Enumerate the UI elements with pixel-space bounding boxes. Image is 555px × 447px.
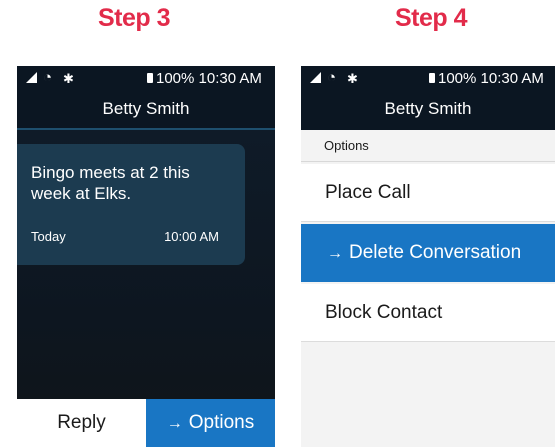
step-3-title: Step 3 [98, 4, 171, 32]
battery-icon [429, 73, 435, 83]
battery-percent: 100% [156, 70, 195, 87]
options-button[interactable]: → Options [146, 399, 275, 447]
action-bar: Reply → Options [17, 399, 275, 447]
phone-screen-step-4: ◔ ✱ 100% 10:30 AM Betty Smith Options Pl… [301, 66, 555, 447]
battery-percent: 100% [438, 70, 477, 87]
menu-item-delete-conversation[interactable]: → Delete Conversation [301, 224, 555, 282]
status-bar: ◔ ✱ 100% 10:30 AM [301, 66, 555, 92]
contact-name: Betty Smith [384, 99, 472, 118]
message-bubble[interactable]: Bingo meets at 2 this week at Elks. Toda… [17, 144, 245, 265]
options-button-label: Options [188, 412, 255, 433]
contact-name: Betty Smith [102, 99, 190, 118]
battery-icon [147, 73, 153, 83]
message-text: Bingo meets at 2 this week at Elks. [31, 163, 190, 203]
bluetooth-icon: ✱ [347, 71, 358, 86]
signal-icon [310, 72, 321, 83]
signal-icon [26, 72, 37, 83]
message-date: Today [31, 229, 66, 244]
status-time: 10:30 AM [198, 70, 262, 87]
arrow-right-icon: → [327, 245, 343, 262]
status-bar: ◔ ✱ 100% 10:30 AM [17, 66, 275, 92]
menu-item-label: Place Call [325, 182, 411, 203]
status-time: 10:30 AM [480, 70, 544, 87]
menu-item-label: Block Contact [325, 302, 443, 323]
empty-list-area [301, 342, 555, 447]
menu-item-label: Delete Conversation [349, 242, 522, 263]
bluetooth-icon: ✱ [63, 71, 74, 86]
header-divider [17, 128, 275, 130]
menu-item-block-contact[interactable]: Block Contact [301, 284, 555, 342]
status-battery-time: 100% 10:30 AM [156, 70, 262, 88]
status-battery-time: 100% 10:30 AM [438, 70, 544, 88]
arrow-right-icon: → [166, 415, 183, 432]
message-time: 10:00 AM [164, 229, 219, 244]
menu-item-place-call[interactable]: Place Call [301, 164, 555, 222]
step-4-title: Step 4 [395, 4, 468, 32]
options-menu-header: Options [301, 130, 555, 162]
phone-screen-step-3: ◔ ✱ 100% 10:30 AM Betty Smith Bingo meet… [17, 66, 275, 447]
reply-button[interactable]: Reply [17, 399, 146, 447]
wifi-icon: ◔ [327, 69, 337, 86]
wifi-icon: ◔ [43, 69, 53, 86]
